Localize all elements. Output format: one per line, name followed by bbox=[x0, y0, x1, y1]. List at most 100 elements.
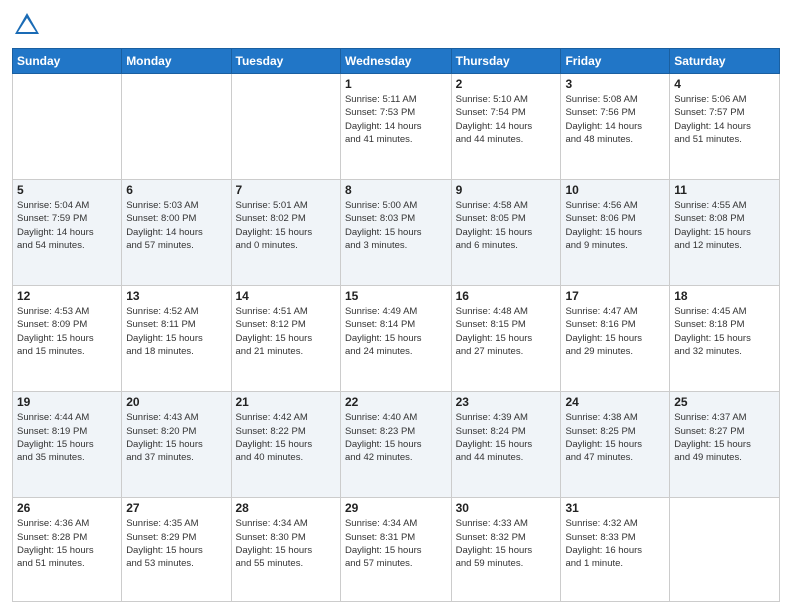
day-number: 28 bbox=[236, 501, 336, 515]
day-number: 15 bbox=[345, 289, 447, 303]
day-cell: 12 Sunrise: 4:53 AM Sunset: 8:09 PM Dayli… bbox=[13, 286, 122, 392]
day-info: Sunrise: 4:51 AM Sunset: 8:12 PM Dayligh… bbox=[236, 305, 336, 358]
day-info: Sunrise: 4:36 AM Sunset: 8:28 PM Dayligh… bbox=[17, 517, 117, 570]
day-number: 24 bbox=[565, 395, 665, 409]
day-number: 22 bbox=[345, 395, 447, 409]
day-number: 4 bbox=[674, 77, 775, 91]
day-info: Sunrise: 5:03 AM Sunset: 8:00 PM Dayligh… bbox=[126, 199, 226, 252]
weekday-header-friday: Friday bbox=[561, 49, 670, 74]
day-cell: 30 Sunrise: 4:33 AM Sunset: 8:32 PM Dayli… bbox=[451, 498, 561, 602]
day-info: Sunrise: 4:49 AM Sunset: 8:14 PM Dayligh… bbox=[345, 305, 447, 358]
day-number: 30 bbox=[456, 501, 557, 515]
day-cell: 4 Sunrise: 5:06 AM Sunset: 7:57 PM Daylig… bbox=[670, 74, 780, 180]
day-info: Sunrise: 4:40 AM Sunset: 8:23 PM Dayligh… bbox=[345, 411, 447, 464]
day-cell bbox=[13, 74, 122, 180]
day-number: 27 bbox=[126, 501, 226, 515]
weekday-header-sunday: Sunday bbox=[13, 49, 122, 74]
day-number: 2 bbox=[456, 77, 557, 91]
day-number: 16 bbox=[456, 289, 557, 303]
day-info: Sunrise: 4:53 AM Sunset: 8:09 PM Dayligh… bbox=[17, 305, 117, 358]
weekday-header-tuesday: Tuesday bbox=[231, 49, 340, 74]
weekday-header-saturday: Saturday bbox=[670, 49, 780, 74]
day-info: Sunrise: 4:34 AM Sunset: 8:30 PM Dayligh… bbox=[236, 517, 336, 570]
day-cell: 1Sunrise: 5:11 AM Sunset: 7:53 PM Daylig… bbox=[340, 74, 451, 180]
day-number: 25 bbox=[674, 395, 775, 409]
day-number: 3 bbox=[565, 77, 665, 91]
day-info: Sunrise: 5:04 AM Sunset: 7:59 PM Dayligh… bbox=[17, 199, 117, 252]
day-cell: 23 Sunrise: 4:39 AM Sunset: 8:24 PM Dayli… bbox=[451, 392, 561, 498]
day-cell: 15 Sunrise: 4:49 AM Sunset: 8:14 PM Dayli… bbox=[340, 286, 451, 392]
day-info: Sunrise: 4:37 AM Sunset: 8:27 PM Dayligh… bbox=[674, 411, 775, 464]
day-cell: 18Sunrise: 4:45 AM Sunset: 8:18 PM Dayli… bbox=[670, 286, 780, 392]
day-number: 19 bbox=[17, 395, 117, 409]
week-row-5: 26 Sunrise: 4:36 AM Sunset: 8:28 PM Dayli… bbox=[13, 498, 780, 602]
day-number: 31 bbox=[565, 501, 665, 515]
day-cell: 3 Sunrise: 5:08 AM Sunset: 7:56 PM Daylig… bbox=[561, 74, 670, 180]
day-cell: 2Sunrise: 5:10 AM Sunset: 7:54 PM Daylig… bbox=[451, 74, 561, 180]
day-number: 8 bbox=[345, 183, 447, 197]
day-cell: 7 Sunrise: 5:01 AM Sunset: 8:02 PM Daylig… bbox=[231, 180, 340, 286]
day-info: Sunrise: 5:11 AM Sunset: 7:53 PM Dayligh… bbox=[345, 93, 447, 146]
day-number: 23 bbox=[456, 395, 557, 409]
day-info: Sunrise: 4:34 AM Sunset: 8:31 PM Dayligh… bbox=[345, 517, 447, 570]
day-number: 17 bbox=[565, 289, 665, 303]
day-cell: 21 Sunrise: 4:42 AM Sunset: 8:22 PM Dayli… bbox=[231, 392, 340, 498]
day-cell: 9Sunrise: 4:58 AM Sunset: 8:05 PM Daylig… bbox=[451, 180, 561, 286]
day-cell: 10Sunrise: 4:56 AM Sunset: 8:06 PM Dayli… bbox=[561, 180, 670, 286]
day-info: Sunrise: 4:47 AM Sunset: 8:16 PM Dayligh… bbox=[565, 305, 665, 358]
day-number: 5 bbox=[17, 183, 117, 197]
day-cell bbox=[122, 74, 231, 180]
day-info: Sunrise: 4:32 AM Sunset: 8:33 PM Dayligh… bbox=[565, 517, 665, 570]
week-row-2: 5 Sunrise: 5:04 AM Sunset: 7:59 PM Daylig… bbox=[13, 180, 780, 286]
day-number: 7 bbox=[236, 183, 336, 197]
day-info: Sunrise: 4:48 AM Sunset: 8:15 PM Dayligh… bbox=[456, 305, 557, 358]
day-number: 26 bbox=[17, 501, 117, 515]
weekday-header-row: SundayMondayTuesdayWednesdayThursdayFrid… bbox=[13, 49, 780, 74]
day-info: Sunrise: 4:38 AM Sunset: 8:25 PM Dayligh… bbox=[565, 411, 665, 464]
day-info: Sunrise: 4:55 AM Sunset: 8:08 PM Dayligh… bbox=[674, 199, 775, 252]
logo-icon bbox=[12, 10, 42, 40]
day-cell: 16 Sunrise: 4:48 AM Sunset: 8:15 PM Dayli… bbox=[451, 286, 561, 392]
week-row-3: 12 Sunrise: 4:53 AM Sunset: 8:09 PM Dayli… bbox=[13, 286, 780, 392]
day-number: 6 bbox=[126, 183, 226, 197]
day-info: Sunrise: 4:42 AM Sunset: 8:22 PM Dayligh… bbox=[236, 411, 336, 464]
day-cell: 8Sunrise: 5:00 AM Sunset: 8:03 PM Daylig… bbox=[340, 180, 451, 286]
weekday-header-thursday: Thursday bbox=[451, 49, 561, 74]
page: SundayMondayTuesdayWednesdayThursdayFrid… bbox=[0, 0, 792, 612]
day-info: Sunrise: 5:06 AM Sunset: 7:57 PM Dayligh… bbox=[674, 93, 775, 146]
day-cell: 14 Sunrise: 4:51 AM Sunset: 8:12 PM Dayli… bbox=[231, 286, 340, 392]
day-cell: 28 Sunrise: 4:34 AM Sunset: 8:30 PM Dayli… bbox=[231, 498, 340, 602]
day-cell: 24 Sunrise: 4:38 AM Sunset: 8:25 PM Dayli… bbox=[561, 392, 670, 498]
day-cell: 27 Sunrise: 4:35 AM Sunset: 8:29 PM Dayli… bbox=[122, 498, 231, 602]
day-info: Sunrise: 5:08 AM Sunset: 7:56 PM Dayligh… bbox=[565, 93, 665, 146]
day-info: Sunrise: 5:01 AM Sunset: 8:02 PM Dayligh… bbox=[236, 199, 336, 252]
day-number: 12 bbox=[17, 289, 117, 303]
day-number: 20 bbox=[126, 395, 226, 409]
day-cell bbox=[231, 74, 340, 180]
day-info: Sunrise: 4:35 AM Sunset: 8:29 PM Dayligh… bbox=[126, 517, 226, 570]
day-number: 14 bbox=[236, 289, 336, 303]
day-cell: 6 Sunrise: 5:03 AM Sunset: 8:00 PM Daylig… bbox=[122, 180, 231, 286]
day-cell: 13Sunrise: 4:52 AM Sunset: 8:11 PM Dayli… bbox=[122, 286, 231, 392]
header bbox=[12, 10, 780, 40]
day-info: Sunrise: 4:39 AM Sunset: 8:24 PM Dayligh… bbox=[456, 411, 557, 464]
day-cell: 19Sunrise: 4:44 AM Sunset: 8:19 PM Dayli… bbox=[13, 392, 122, 498]
day-cell: 31 Sunrise: 4:32 AM Sunset: 8:33 PM Dayli… bbox=[561, 498, 670, 602]
day-info: Sunrise: 4:33 AM Sunset: 8:32 PM Dayligh… bbox=[456, 517, 557, 570]
day-cell: 11 Sunrise: 4:55 AM Sunset: 8:08 PM Dayli… bbox=[670, 180, 780, 286]
week-row-4: 19Sunrise: 4:44 AM Sunset: 8:19 PM Dayli… bbox=[13, 392, 780, 498]
day-cell: 20Sunrise: 4:43 AM Sunset: 8:20 PM Dayli… bbox=[122, 392, 231, 498]
day-cell: 5 Sunrise: 5:04 AM Sunset: 7:59 PM Daylig… bbox=[13, 180, 122, 286]
calendar-table: SundayMondayTuesdayWednesdayThursdayFrid… bbox=[12, 48, 780, 602]
day-cell: 17 Sunrise: 4:47 AM Sunset: 8:16 PM Dayli… bbox=[561, 286, 670, 392]
day-cell: 26 Sunrise: 4:36 AM Sunset: 8:28 PM Dayli… bbox=[13, 498, 122, 602]
day-number: 13 bbox=[126, 289, 226, 303]
day-number: 11 bbox=[674, 183, 775, 197]
logo bbox=[12, 10, 46, 40]
day-cell bbox=[670, 498, 780, 602]
day-number: 21 bbox=[236, 395, 336, 409]
day-cell: 25 Sunrise: 4:37 AM Sunset: 8:27 PM Dayli… bbox=[670, 392, 780, 498]
day-cell: 22 Sunrise: 4:40 AM Sunset: 8:23 PM Dayli… bbox=[340, 392, 451, 498]
day-info: Sunrise: 4:56 AM Sunset: 8:06 PM Dayligh… bbox=[565, 199, 665, 252]
day-number: 29 bbox=[345, 501, 447, 515]
